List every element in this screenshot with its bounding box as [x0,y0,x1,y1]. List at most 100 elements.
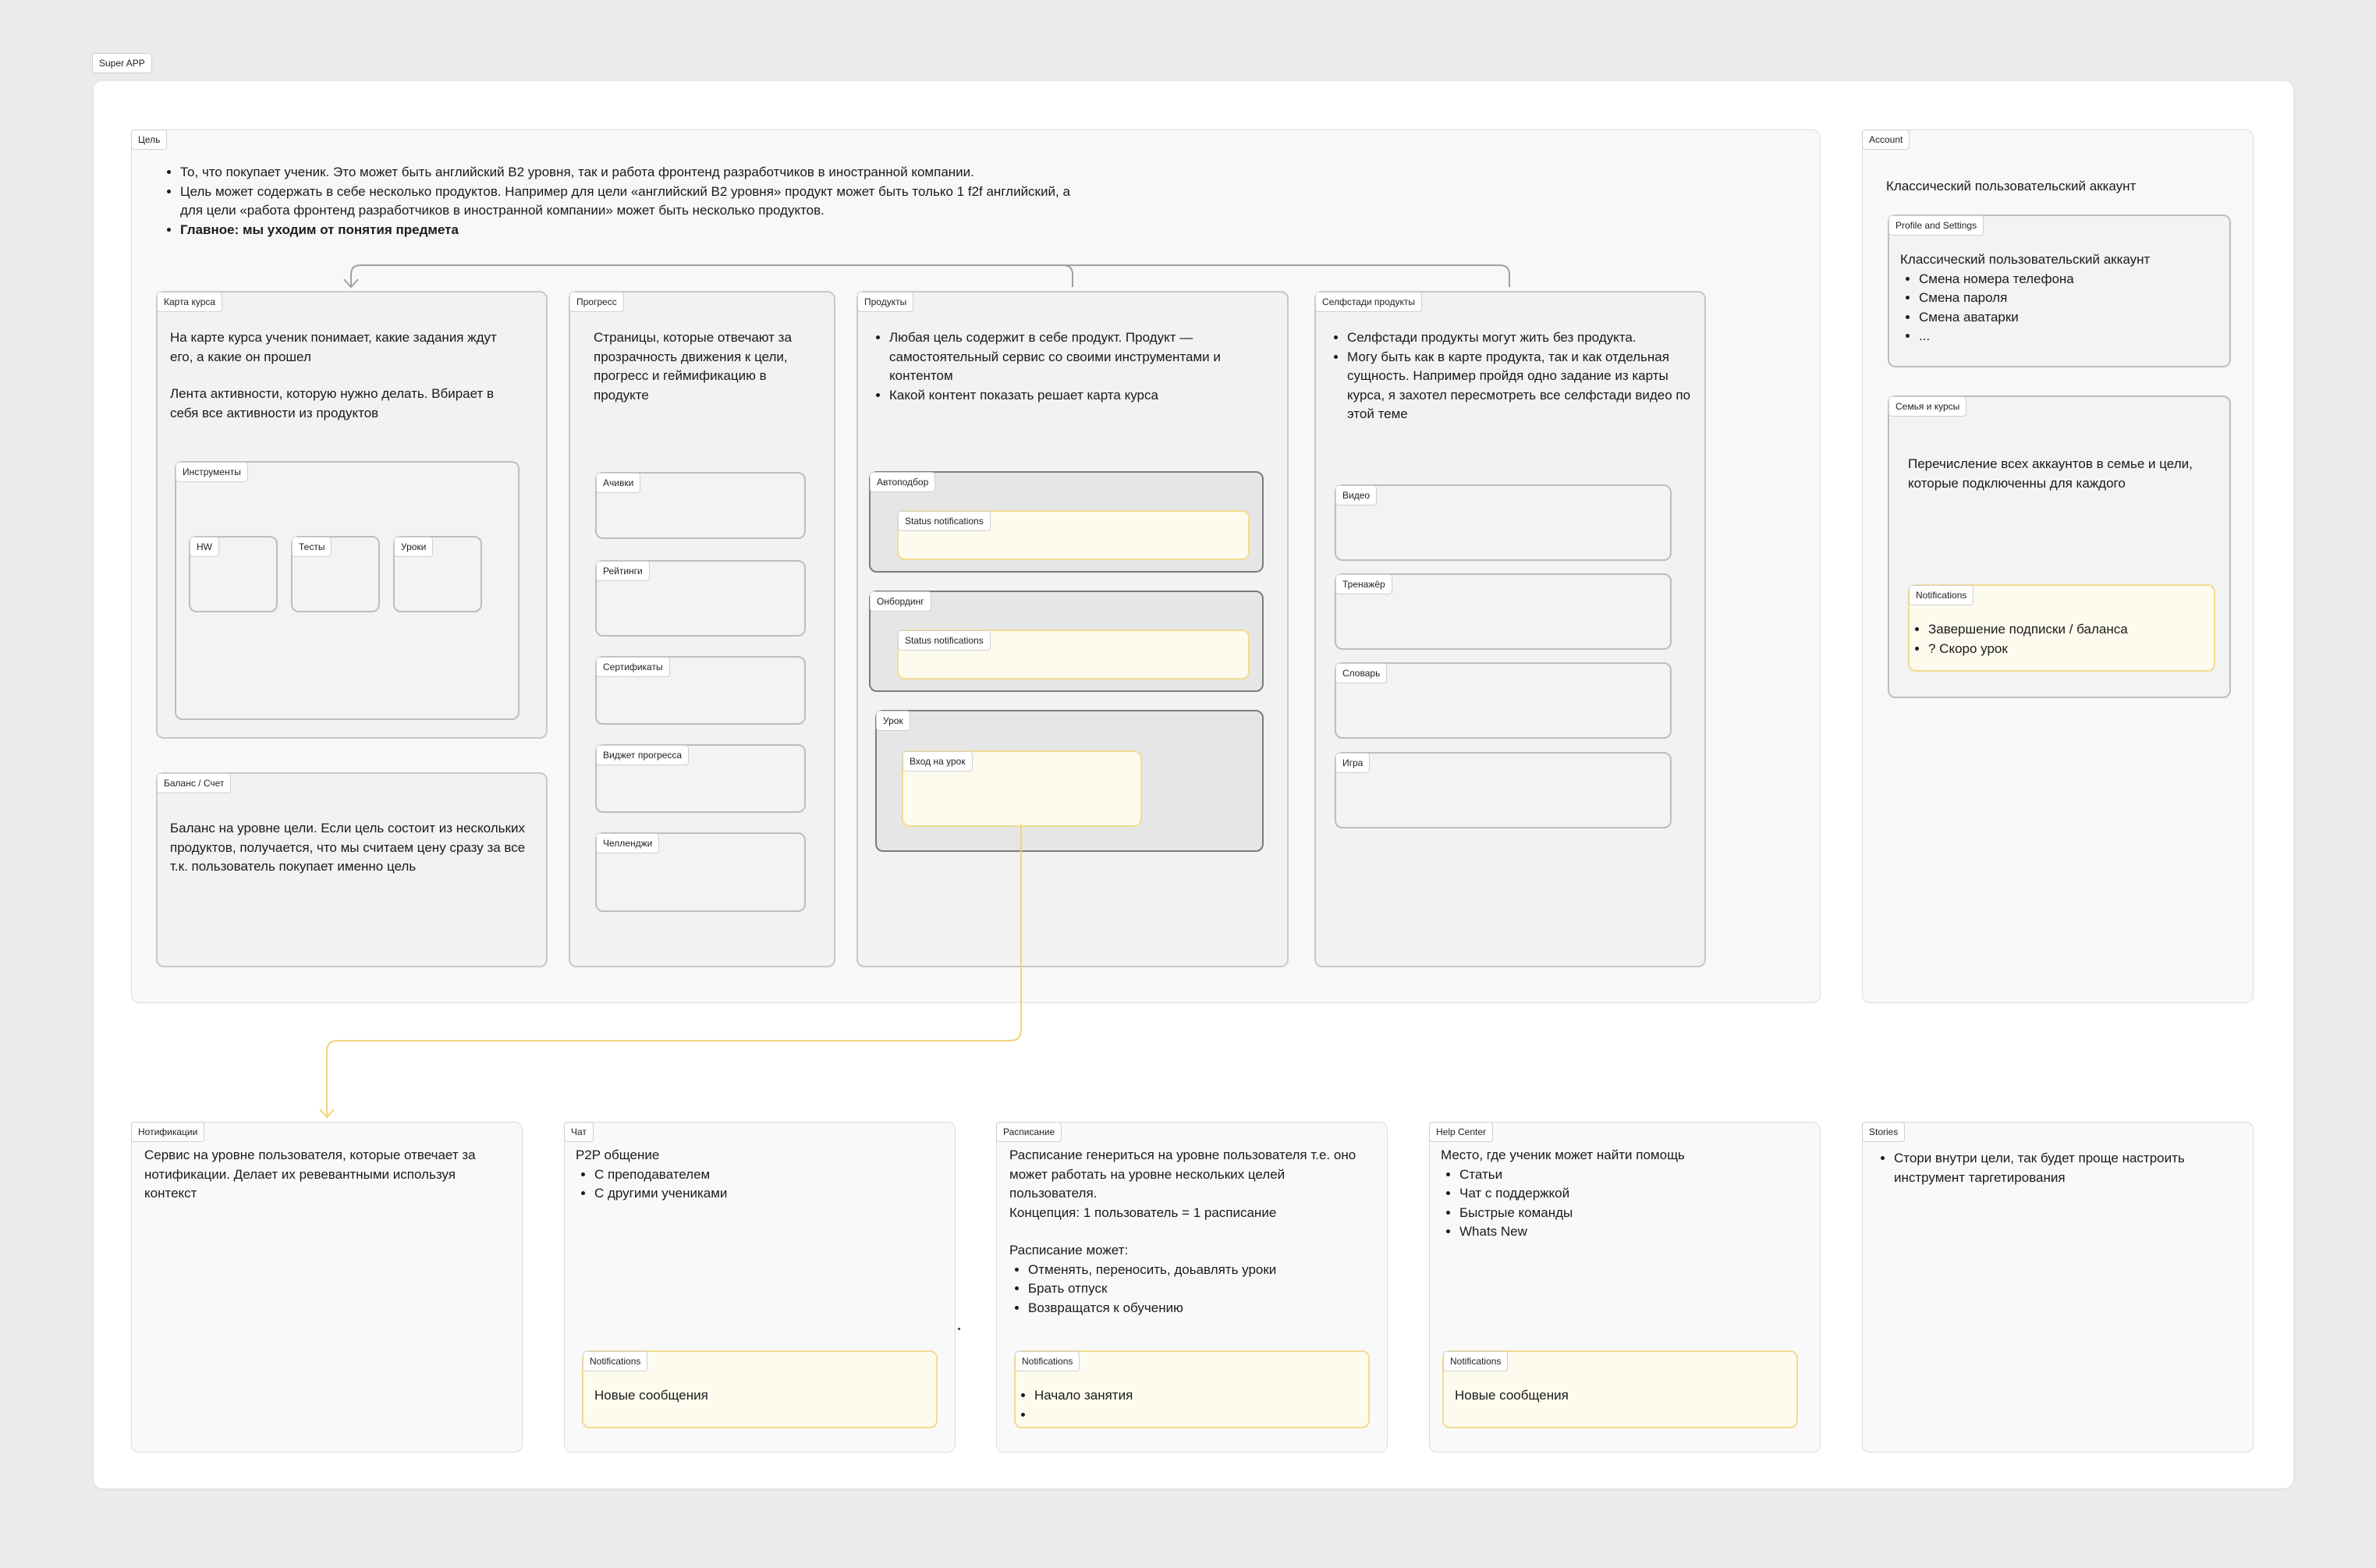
onboarding-tag: Онбординг [870,591,931,612]
help-center-content: Место, где ученик может найти помощь Ста… [1441,1146,1807,1242]
lesson-card[interactable]: Урок Вход на урок [875,710,1264,852]
selfstudy-tag: Селфстади продукты [1315,292,1422,312]
selfstudy-item-dictionary[interactable]: Словарь [1335,662,1672,739]
status-notifications-tag: Status notifications [898,511,991,531]
autopick-tag: Автоподбор [870,472,936,492]
progress-item-ratings[interactable]: Рейтинги [595,560,806,637]
onboarding-status-notifications[interactable]: Status notifications [897,630,1250,679]
profile-settings-item: ... [1919,327,2220,346]
products-bullet: Какой контент показать решает карта курс… [889,386,1245,406]
schedule-can-title: Расписание может: [1009,1243,1129,1258]
board-title[interactable]: Super APP [92,53,152,73]
tool-hw[interactable]: HW [189,536,278,612]
course-map-tag: Карта курса [157,292,223,312]
lesson-join[interactable]: Вход на урок [902,750,1142,827]
schedule-card[interactable]: Расписание Расписание генериться на уров… [996,1122,1388,1453]
schedule-text: Расписание генериться на уровне пользова… [1009,1148,1356,1201]
selfstudy-item-video[interactable]: Видео [1335,484,1672,561]
tool-lessons[interactable]: Уроки [393,536,482,612]
selfstudy-item-trainer[interactable]: Тренажёр [1335,573,1672,650]
selfstudy-item-tag: Словарь [1335,663,1388,683]
chat-tag: Чат [564,1122,594,1142]
autopick-status-notifications[interactable]: Status notifications [897,510,1250,560]
help-center-notification-text: Новые сообщения [1455,1388,1569,1403]
stories-content: Стори внутри цели, так будет проще настр… [1875,1149,2187,1187]
progress-item-widget[interactable]: Виджет прогресса [595,744,806,813]
profile-settings-item: Смена аватарки [1919,308,2220,328]
help-center-item: Чат с поддержкой [1459,1184,1807,1204]
goal-bullet: То, что покупает ученик. Это может быть … [180,163,1082,183]
profile-settings-item: Смена номера телефона [1919,270,2220,289]
products-card[interactable]: Продукты Любая цель содержит в себе прод… [856,291,1289,967]
schedule-item: Брать отпуск [1028,1279,1376,1299]
schedule-notifications[interactable]: Notifications Начало занятия [1014,1350,1370,1428]
lesson-join-tag: Вход на урок [903,751,973,772]
family-courses-card[interactable]: Семья и курсы Перечисление всех аккаунто… [1888,396,2231,698]
account-tag: Account [1862,129,1910,150]
progress-item-challenges[interactable]: Челленджи [595,832,806,912]
selfstudy-bullet: Селфстади продукты могут жить без продук… [1347,328,1695,348]
schedule-tag: Расписание [996,1122,1062,1142]
chat-notifications[interactable]: Notifications Новые сообщения [582,1350,938,1428]
progress-item-certificates[interactable]: Сертификаты [595,656,806,725]
progress-item-achievements[interactable]: Ачивки [595,472,806,539]
chat-notification-text: Новые сообщения [594,1388,708,1403]
progress-item-tag: Челленджи [596,833,660,853]
notifications-service-card[interactable]: Нотификации Сервис на уровне пользовател… [131,1122,523,1453]
products-tag: Продукты [857,292,914,312]
stories-card[interactable]: Stories Стори внутри цели, так будет про… [1862,1122,2254,1453]
chat-item: С другими учениками [594,1184,942,1204]
profile-settings-content: Классический пользовательский аккаунт См… [1900,250,2220,346]
notification-item: ? Скоро урок [1928,640,2206,659]
activity-feed-text: Лента активности, которую нужно делать. … [170,386,495,420]
status-notifications-tag: Status notifications [898,630,991,651]
notification-item [1034,1406,1343,1425]
schedule-item: Возвращатся к обучению [1028,1299,1376,1318]
schedule-notifications-list: Начало занятия [1016,1386,1343,1424]
selfstudy-item-game[interactable]: Игра [1335,752,1672,828]
stories-item: Стори внутри цели, так будет проще настр… [1894,1149,2187,1187]
help-center-item: Whats New [1459,1222,1807,1242]
autopick-card[interactable]: Автоподбор Status notifications [869,471,1264,573]
profile-settings-tag: Profile and Settings [1888,215,1984,236]
chat-content: P2P общение С преподавателем С другими у… [576,1146,942,1204]
notification-item: Начало занятия [1034,1386,1343,1406]
help-center-item: Быстрые команды [1459,1204,1807,1223]
balance-card[interactable]: Баланс / Счет Баланс на уровне цели. Есл… [156,772,548,967]
stories-tag: Stories [1862,1122,1906,1142]
tool-tests[interactable]: Тесты [291,536,380,612]
notifications-tag: Notifications [1443,1351,1509,1371]
notifications-tag: Notifications [1015,1351,1080,1371]
notifications-tag: Notifications [1909,585,1974,605]
selfstudy-bullet: Могу быть как в карте продукта, так и ка… [1347,348,1695,424]
onboarding-card[interactable]: Онбординг Status notifications [869,591,1264,692]
family-courses-tag: Семья и курсы [1888,396,1967,417]
progress-card[interactable]: Прогресс Страницы, которые отвечают за п… [569,291,835,967]
selfstudy-item-tag: Игра [1335,753,1371,773]
tool-tests-tag: Тесты [292,537,332,557]
goal-tag: Цель [131,129,168,150]
chat-title: P2P общение [576,1148,660,1162]
tools-card[interactable]: Инструменты HW Тесты Уроки [175,461,520,720]
selfstudy-item-tag: Видео [1335,485,1378,506]
profile-settings-card[interactable]: Profile and Settings Классический пользо… [1888,215,2231,367]
chat-card[interactable]: Чат P2P общение С преподавателем С други… [564,1122,956,1453]
family-notifications[interactable]: Notifications Завершение подписки / бала… [1908,584,2215,672]
help-center-item: Статьи [1459,1165,1807,1185]
help-center-title: Место, где ученик может найти помощь [1441,1148,1685,1162]
profile-settings-title: Классический пользовательский аккаунт [1900,252,2151,267]
notifications-tag: Notifications [583,1351,648,1371]
selfstudy-card[interactable]: Селфстади продукты Селфстади продукты мо… [1314,291,1706,967]
lesson-tag: Урок [876,711,910,731]
tool-lessons-tag: Уроки [394,537,434,557]
help-center-card[interactable]: Help Center Место, где ученик может найт… [1429,1122,1821,1453]
notifications-service-tag: Нотификации [131,1122,205,1142]
tool-hw-tag: HW [190,537,219,557]
schedule-concept: Концепция: 1 пользователь = 1 расписание [1009,1204,1277,1220]
profile-settings-item: Смена пароля [1919,289,2220,308]
help-center-notifications[interactable]: Notifications Новые сообщения [1442,1350,1798,1428]
course-map-card[interactable]: Карта курса На карте курса ученик понима… [156,291,548,739]
account-section[interactable]: Account Классический пользовательский ак… [1862,129,2254,1003]
balance-tag: Баланс / Счет [157,773,232,793]
account-title: Классический пользовательский аккаунт [1886,179,2137,193]
